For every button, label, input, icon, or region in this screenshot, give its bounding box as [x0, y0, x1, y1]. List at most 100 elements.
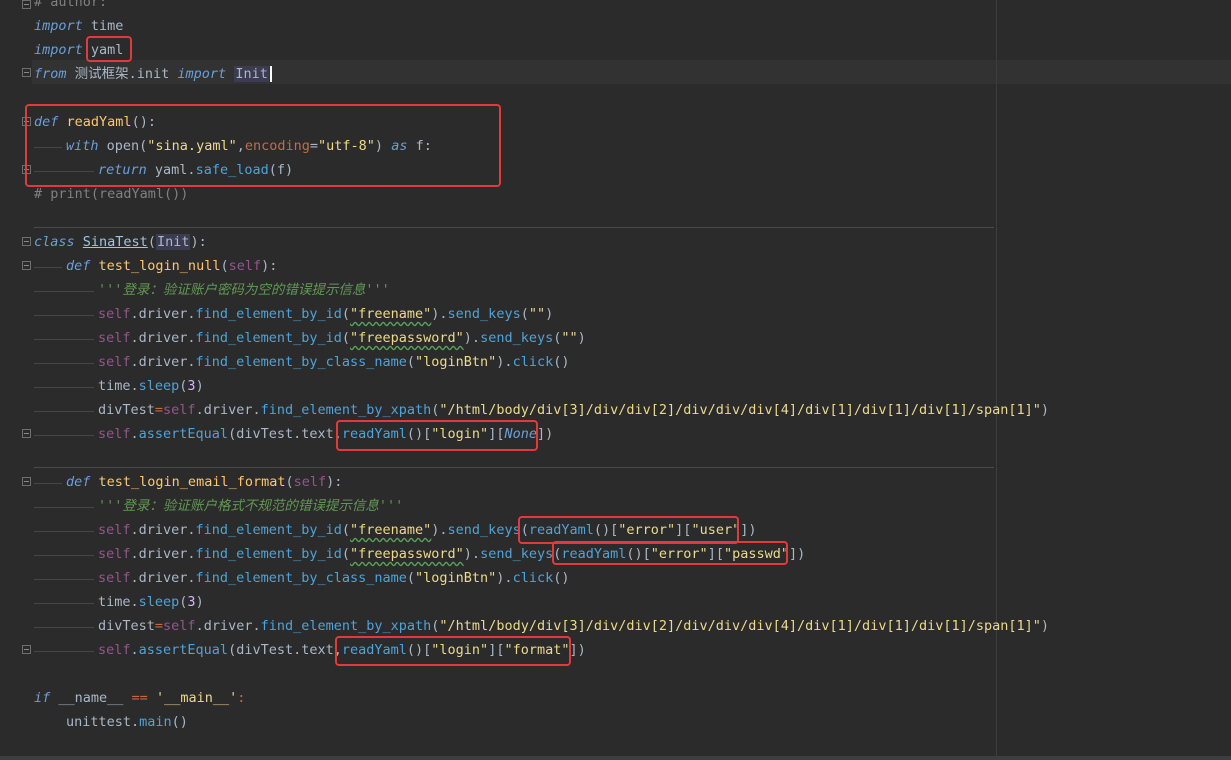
code-text: ) [545, 306, 554, 322]
method-call: send_keys [447, 522, 521, 538]
code-line[interactable]: time.sleep(3) [98, 590, 204, 614]
fold-marker-icon[interactable] [22, 261, 31, 270]
code-line[interactable]: if __name__ == '__main__': [34, 686, 245, 710]
keyword: import [34, 18, 83, 34]
indent-guide [34, 603, 94, 604]
code-text: ( [406, 354, 416, 370]
indent-guide [34, 291, 94, 292]
code-line[interactable]: self.driver.find_element_by_id("freename… [98, 302, 553, 326]
method-call: sleep [138, 594, 180, 610]
code-text: .driver. [195, 402, 261, 418]
code-line[interactable]: divTest=self.driver.find_element_by_xpat… [98, 398, 1049, 422]
code-text: ]) [788, 546, 806, 562]
keyword: from [34, 66, 67, 82]
code-line[interactable]: import time [34, 14, 123, 38]
fold-marker-icon[interactable] [22, 645, 31, 654]
code-text: .driver. [130, 330, 196, 346]
code-text: divTest [98, 618, 155, 634]
method-call: find_element_by_id [195, 546, 342, 562]
code-text: time. [98, 378, 139, 394]
comment: # print(readYaml()) [34, 186, 189, 202]
code-line[interactable]: divTest=self.driver.find_element_by_xpat… [98, 614, 1049, 638]
indent-guide [34, 387, 94, 388]
indent-guide [34, 363, 94, 364]
fold-marker-icon[interactable] [22, 237, 31, 246]
string-literal: "freepassword" [350, 330, 464, 346]
self-keyword: self [98, 642, 131, 658]
fold-marker-icon[interactable] [22, 477, 31, 486]
code-line[interactable]: class SinaTest(Init): [34, 230, 207, 254]
string-literal: "freename" [350, 522, 432, 538]
indent-guide [34, 315, 94, 316]
code-line[interactable]: self.driver.find_element_by_class_name("… [98, 350, 569, 374]
code-text: () [171, 714, 188, 730]
string-literal: "freename" [350, 306, 432, 322]
self-keyword: self [98, 522, 131, 538]
code-line[interactable]: self.driver.find_element_by_id("freepass… [98, 326, 586, 350]
method-call: find_element_by_class_name [195, 354, 407, 370]
code-text: __name__ [50, 690, 132, 706]
string-literal: "/html/body/div[3]/div/div[2]/div/div/di… [439, 618, 1041, 634]
text-caret [269, 66, 272, 82]
code-line[interactable]: self.driver.find_element_by_class_name("… [98, 566, 569, 590]
code-text: ( [147, 234, 156, 250]
method-call: click [512, 570, 554, 586]
horizontal-scrollbar[interactable] [0, 756, 1231, 760]
string-literal: "" [561, 330, 578, 346]
method-call: find_element_by_class_name [195, 570, 407, 586]
function-name: test_login_null [98, 258, 221, 274]
code-text: ]) [740, 522, 757, 538]
code-line-current[interactable]: from 测试框架.init import Init [34, 62, 272, 86]
method-call: sleep [138, 378, 180, 394]
code-text: ). [463, 330, 481, 346]
code-text: ( [406, 570, 416, 586]
code-text: 测试框架.init [66, 66, 178, 82]
operator: = [154, 402, 164, 418]
code-text: ). [431, 522, 448, 538]
code-line[interactable]: '''登录：验证账户格式不规范的错误提示信息''' [98, 494, 403, 518]
code-text: unittest. [66, 714, 140, 730]
self-keyword: self [293, 474, 327, 490]
self-keyword: self [228, 258, 262, 274]
code-text: (divTest.text, [228, 426, 342, 442]
method-call: send_keys [447, 306, 521, 322]
number-literal: 3 [187, 378, 196, 394]
number-literal: 3 [187, 594, 196, 610]
code-text: ) [195, 378, 204, 394]
code-text: () [553, 570, 570, 586]
indent-guide [34, 651, 94, 652]
code-text: ( [220, 258, 229, 274]
keyword: def [66, 474, 91, 490]
string-literal: "/html/body/div[3]/div/div[2]/div/div/di… [439, 402, 1041, 418]
code-text: ( [341, 546, 350, 562]
annotation-box-readyaml-function [25, 104, 501, 187]
fold-marker-icon[interactable] [22, 0, 31, 9]
keyword: if [34, 690, 51, 706]
class-name: SinaTest [82, 234, 148, 250]
method-separator [34, 227, 994, 228]
keyword: import [34, 42, 83, 58]
operator: == [131, 690, 148, 706]
code-line[interactable]: unittest.main() [66, 710, 188, 734]
indent-guide [34, 555, 94, 556]
self-keyword: self [98, 546, 131, 562]
identifier-highlight: Init [234, 66, 269, 82]
method-separator [34, 467, 994, 468]
code-line[interactable]: def test_login_null(self): [66, 254, 277, 278]
comment: # author: [34, 0, 108, 10]
fold-marker-icon[interactable] [22, 68, 31, 77]
indent-guide [34, 531, 94, 532]
code-line[interactable]: time.sleep(3) [98, 374, 204, 398]
code-line[interactable]: def test_login_email_format(self): [66, 470, 342, 494]
fold-marker-icon[interactable] [22, 429, 31, 438]
code-line[interactable]: # author: [34, 0, 107, 14]
annotation-box-import-yaml [86, 36, 132, 62]
code-text: .driver. [130, 546, 196, 562]
self-keyword: self [98, 330, 131, 346]
annotation-box-readyaml-error-passwd [552, 541, 788, 565]
code-text: ). [496, 354, 513, 370]
self-keyword: self [98, 306, 131, 322]
code-line[interactable]: '''登录：验证账户密码为空的错误提示信息''' [98, 278, 390, 302]
code-text: ( [341, 522, 350, 538]
string-literal: "" [528, 306, 546, 322]
